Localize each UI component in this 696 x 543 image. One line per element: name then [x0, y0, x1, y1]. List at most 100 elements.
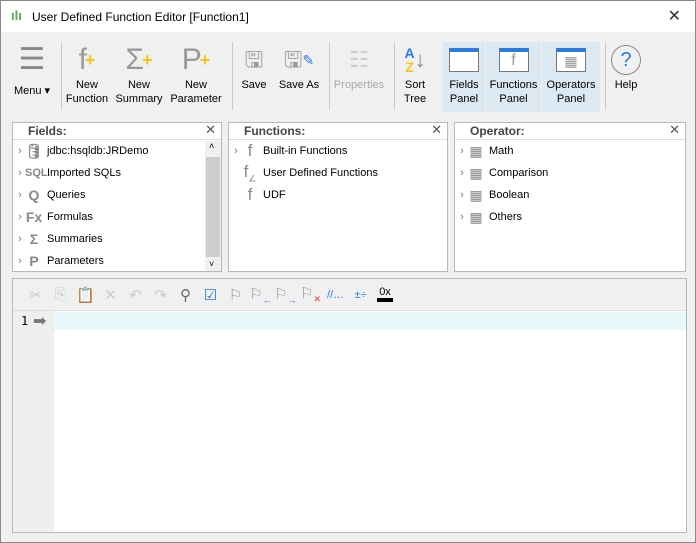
fields-panel-icon	[443, 42, 485, 78]
tree-item[interactable]: › f Built-in Functions	[229, 140, 447, 162]
bookmark-flag-icon[interactable]: ⚐	[223, 286, 248, 304]
label: jdbc:hsqldb:JRDemo	[47, 145, 149, 157]
help-icon: ?	[609, 42, 643, 78]
label: Boolean	[489, 189, 530, 201]
tree-item[interactable]: › 🛢 jdbc:hsqldb:JRDemo	[13, 140, 221, 162]
label: Summary	[115, 93, 163, 105]
database-icon: 🛢	[25, 142, 43, 159]
new-summary-button[interactable]: Σ + New Summary	[114, 42, 164, 112]
panel-title: Operator:	[470, 124, 525, 138]
label: Help	[614, 79, 638, 91]
tree-item[interactable]: › ▦ Boolean	[455, 184, 685, 206]
menu-label: Menu ▾	[13, 85, 51, 97]
current-line[interactable]	[54, 312, 686, 330]
label: Parameters	[47, 255, 104, 267]
label: Functions	[489, 79, 538, 91]
fields-panel-toggle[interactable]: Fields Panel	[443, 42, 485, 112]
label: Operators	[546, 79, 596, 91]
cut-icon[interactable]: ✂	[23, 286, 48, 304]
previous-bookmark-icon[interactable]: ⚐←	[248, 285, 273, 305]
label: Tree	[403, 93, 427, 105]
label: Summaries	[47, 233, 103, 245]
delete-icon[interactable]: ✕	[98, 286, 123, 304]
label: Built-in Functions	[263, 145, 348, 157]
paste-icon[interactable]: 📋	[73, 286, 98, 304]
close-panel-button[interactable]: ✕	[205, 122, 216, 138]
summary-icon: Σ	[29, 231, 39, 247]
udf-editor-window: ılı User Defined Function Editor [Functi…	[0, 0, 696, 543]
app-logo-icon: ılı	[11, 8, 22, 23]
line-number: 1	[21, 314, 29, 328]
label: Function	[65, 93, 109, 105]
operators-panel-toggle[interactable]: ▦ Operators Panel	[542, 42, 600, 112]
save-button[interactable]: 🖫 Save	[237, 42, 271, 112]
save-as-icon: 🖫 ✎	[283, 47, 315, 72]
properties-button[interactable]: ☷ Properties	[331, 42, 387, 112]
calculator-icon: ▦	[469, 208, 483, 225]
menu-button[interactable]: ☰ Menu ▾	[11, 42, 53, 112]
tree-item[interactable]: › Σ Summaries	[13, 228, 221, 250]
sort-tree-button[interactable]: A Z ↓ Sort Tree	[398, 42, 432, 112]
function-icon: f	[247, 141, 253, 160]
hex-icon[interactable]: 0x	[377, 287, 393, 302]
formula-editor: ✂ ⎘ 📋 ✕ ↶ ↷ ⚲ ☑ ⚐ ⚐← ⚐→ ⚐✕ //… ±÷ 0x 1 ➡	[12, 278, 687, 533]
tree-item[interactable]: f∠ User Defined Functions	[229, 162, 447, 184]
help-button[interactable]: ? Help	[609, 42, 643, 112]
label: New	[75, 79, 98, 91]
close-panel-button[interactable]: ✕	[431, 122, 442, 138]
label: New	[184, 79, 207, 91]
title-bar: ılı User Defined Function Editor [Functi…	[1, 1, 695, 32]
label: Others	[489, 211, 523, 223]
undo-icon[interactable]: ↶	[123, 286, 148, 304]
operators-icon[interactable]: ±÷	[348, 289, 373, 301]
new-parameter-button[interactable]: P + New Parameter	[168, 42, 224, 112]
label: User Defined Functions	[263, 167, 378, 179]
label: Queries	[47, 189, 86, 201]
label: Panel	[449, 93, 479, 105]
label: UDF	[263, 189, 286, 201]
tree-item[interactable]: › ▦ Comparison	[455, 162, 685, 184]
tree-item[interactable]: › P Parameters	[13, 250, 221, 272]
label: Properties	[333, 79, 385, 91]
close-panel-button[interactable]: ✕	[669, 122, 680, 138]
tree-item[interactable]: › Fx Formulas	[13, 206, 221, 228]
functions-panel: Functions: ✕ › f Built-in Functions f∠ User …	[228, 122, 448, 272]
functions-panel-toggle[interactable]: f Functions Panel	[486, 42, 541, 112]
operator-panel: Operator: ✕ › ▦ Math › ▦ Comparison › ▦ Boolean…	[454, 122, 686, 272]
search-icon[interactable]: ⚲	[173, 286, 198, 304]
calculator-icon: ▦	[469, 186, 483, 203]
panel-title: Functions:	[244, 124, 306, 138]
operators-panel-icon: ▦	[542, 42, 600, 78]
clear-bookmarks-icon[interactable]: ⚐✕	[298, 284, 323, 305]
copy-icon[interactable]: ⎘	[48, 286, 73, 303]
label: Panel	[499, 93, 528, 105]
save-icon: 🖫	[244, 47, 264, 72]
sql-icon: SQL	[25, 167, 48, 179]
redo-icon[interactable]: ↷	[148, 286, 173, 304]
tree-item[interactable]: f UDF	[229, 184, 447, 206]
label: Formulas	[47, 211, 93, 223]
next-bookmark-icon[interactable]: ⚐→	[273, 285, 298, 305]
current-line-arrow-icon: ➡	[33, 313, 47, 330]
close-button[interactable]: ✕	[668, 6, 681, 26]
panel-title: Fields:	[28, 124, 67, 138]
tree-item[interactable]: › Q Queries	[13, 184, 221, 206]
query-icon: Q	[28, 187, 40, 203]
tree-item[interactable]: › ▦ Others	[455, 206, 685, 228]
editor-toolbar: ✂ ⎘ 📋 ✕ ↶ ↷ ⚲ ☑ ⚐ ⚐← ⚐→ ⚐✕ //… ±÷ 0x	[13, 279, 686, 311]
tree-item[interactable]: › ▦ Math	[455, 140, 685, 162]
label: Math	[489, 145, 514, 157]
toolbar: ☰ Menu ▾ f + New Function Σ + New Summary P +…	[1, 32, 695, 114]
formula-icon: Fx	[25, 209, 43, 225]
vertical-scrollbar[interactable]: ˄ ˅	[205, 141, 221, 271]
comment-icon[interactable]: //…	[323, 289, 348, 301]
label: Save As	[278, 79, 320, 91]
new-function-button[interactable]: f + New Function	[64, 42, 110, 112]
check-syntax-icon[interactable]: ☑	[198, 286, 223, 304]
tree-item[interactable]: › SQL Imported SQLs	[13, 162, 221, 184]
new-summary-icon: Σ +	[125, 43, 153, 76]
save-as-button[interactable]: 🖫 ✎ Save As	[275, 42, 323, 112]
new-function-icon: f +	[78, 43, 96, 76]
user-function-icon: f∠	[243, 161, 257, 184]
line-gutter	[13, 311, 54, 532]
